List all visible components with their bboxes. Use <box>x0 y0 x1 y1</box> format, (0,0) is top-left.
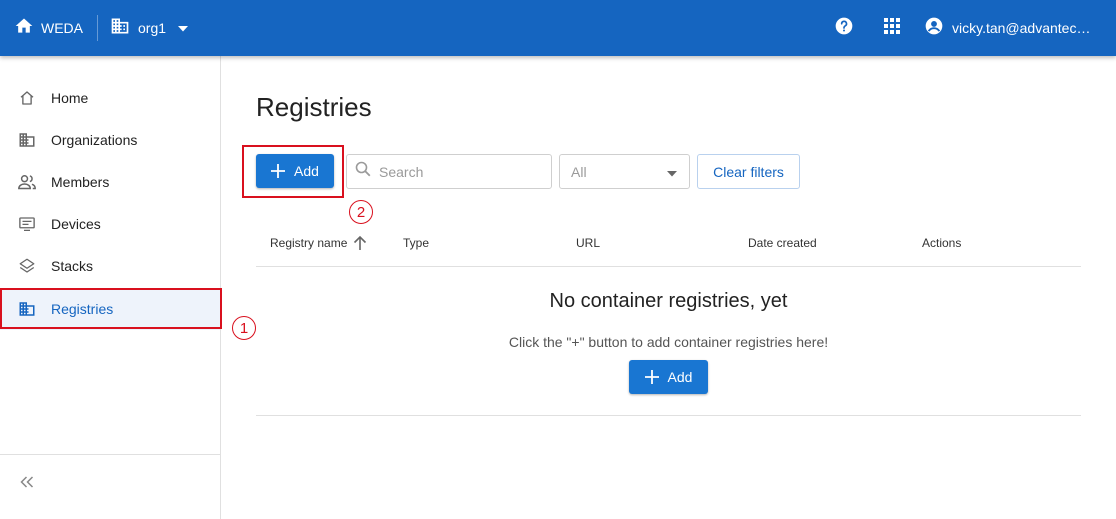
sidebar-item-members[interactable]: Members <box>0 161 220 203</box>
sidebar-item-label: Home <box>51 90 89 106</box>
sidebar-item-registries[interactable]: Registries <box>0 288 220 330</box>
sidebar-item-label: Registries <box>51 301 114 317</box>
sidebar-item-label: Organizations <box>51 132 138 148</box>
sidebar-item-label: Stacks <box>51 258 94 274</box>
sidebar-item-home[interactable]: Home <box>0 77 220 119</box>
empty-state-subtitle: Click the "+" button to add container re… <box>508 334 829 350</box>
plus-icon <box>644 370 659 384</box>
plus-icon <box>271 164 286 178</box>
column-header-date-created: Date created <box>748 236 817 250</box>
help-icon <box>834 16 854 41</box>
add-registry-button[interactable]: Add <box>256 154 334 188</box>
user-menu[interactable]: vicky.tan@advantech.com <box>916 16 1116 41</box>
home-outline-icon <box>17 88 37 108</box>
column-header-url: URL <box>576 236 601 250</box>
step-badge-2: 2 <box>349 200 373 224</box>
table-header: Registry name Type URL Date created Acti… <box>256 226 1081 267</box>
layers-icon <box>17 256 37 276</box>
help-button[interactable] <box>826 10 862 46</box>
brand-label: WEDA <box>41 20 83 36</box>
building-icon <box>17 299 37 319</box>
page-title: Registries <box>256 92 372 122</box>
collapse-sidebar-button[interactable] <box>16 473 38 495</box>
search-input[interactable] <box>379 163 539 180</box>
caret-down-icon <box>667 164 677 180</box>
top-app-bar: WEDA org1 vicky.tan@advantech.com <box>0 0 1116 56</box>
sidebar: Home Organizations Members Devices Stack… <box>0 56 221 519</box>
building-icon <box>17 130 37 150</box>
org-selector[interactable]: org1 <box>98 0 189 56</box>
device-icon <box>17 214 37 234</box>
empty-state-add-button[interactable]: Add <box>629 360 708 394</box>
brand-home-link[interactable]: WEDA <box>0 0 97 56</box>
sidebar-item-devices[interactable]: Devices <box>0 203 220 245</box>
user-email: vicky.tan@advantech.com <box>952 20 1094 36</box>
main-content: Registries Add All Clear filters Registr… <box>221 56 1116 519</box>
column-header-actions: Actions <box>922 236 962 250</box>
type-filter-select[interactable]: All <box>559 154 690 189</box>
empty-state-title: No container registries, yet <box>549 290 788 312</box>
apps-grid-icon <box>884 17 900 39</box>
search-icon <box>355 161 371 182</box>
table-bottom-divider <box>256 415 1081 416</box>
apps-button[interactable] <box>874 10 910 46</box>
people-icon <box>17 172 37 192</box>
double-chevron-left-icon <box>20 475 34 493</box>
sidebar-footer <box>0 454 220 519</box>
caret-down-icon <box>178 19 189 37</box>
column-header-type: Type <box>403 236 430 250</box>
sidebar-item-label: Members <box>51 174 110 190</box>
column-header-registry-name[interactable]: Registry name <box>270 235 367 251</box>
clear-filters-button[interactable]: Clear filters <box>697 154 800 189</box>
sidebar-item-organizations[interactable]: Organizations <box>0 119 220 161</box>
add-button-label: Add <box>667 369 693 385</box>
building-icon <box>110 16 130 41</box>
search-field[interactable] <box>346 154 552 189</box>
sidebar-item-stacks[interactable]: Stacks <box>0 245 220 287</box>
sidebar-item-label: Devices <box>51 216 101 232</box>
column-header-label: Registry name <box>270 236 348 250</box>
type-filter-value: All <box>571 163 587 180</box>
account-icon <box>924 16 944 41</box>
home-icon <box>14 16 34 41</box>
sort-ascending-icon <box>353 235 367 251</box>
add-button-label: Add <box>294 163 319 179</box>
org-label: org1 <box>138 20 167 36</box>
